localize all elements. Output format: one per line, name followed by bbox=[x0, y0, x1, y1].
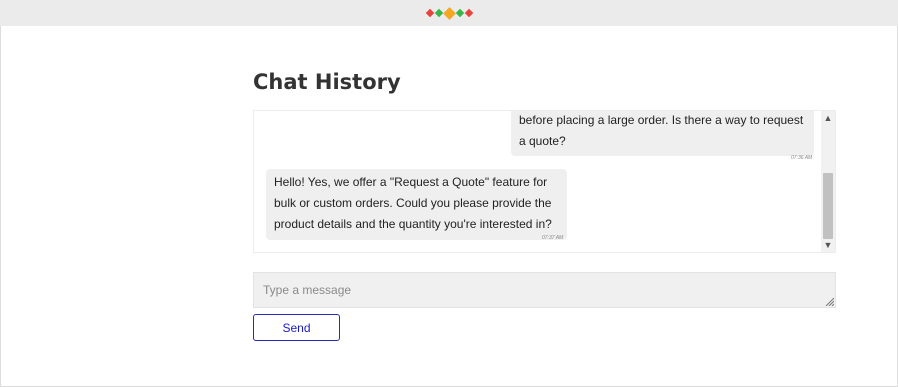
message-text: before placing a large order. Is there a… bbox=[519, 113, 804, 148]
message-text: Hello! Yes, we offer a "Request a Quote"… bbox=[274, 175, 552, 231]
logo bbox=[425, 6, 473, 20]
chevron-down-icon[interactable]: ▼ bbox=[821, 239, 835, 251]
send-button[interactable]: Send bbox=[253, 314, 340, 341]
scrollbar-thumb[interactable] bbox=[823, 173, 833, 239]
logo-dot bbox=[455, 8, 464, 18]
logo-dot bbox=[434, 8, 443, 18]
user-message: before placing a large order. Is there a… bbox=[511, 111, 814, 156]
page-title: Chat History bbox=[253, 70, 401, 94]
chevron-up-icon[interactable]: ▲ bbox=[821, 112, 835, 124]
top-bar bbox=[0, 0, 898, 26]
logo-dot bbox=[464, 8, 473, 18]
chat-history-panel[interactable]: before placing a large order. Is there a… bbox=[253, 110, 836, 253]
bot-message: Hello! Yes, we offer a "Request a Quote"… bbox=[266, 169, 567, 240]
resize-grip-icon[interactable] bbox=[825, 297, 834, 306]
logo-dot bbox=[442, 6, 456, 20]
message-timestamp: 07:36 AM bbox=[791, 155, 813, 161]
logo-dot bbox=[425, 8, 434, 18]
message-input[interactable] bbox=[253, 272, 836, 308]
chat-scrollbar[interactable]: ▲ ▼ bbox=[821, 111, 835, 252]
message-timestamp: 07:37 AM bbox=[542, 235, 564, 241]
